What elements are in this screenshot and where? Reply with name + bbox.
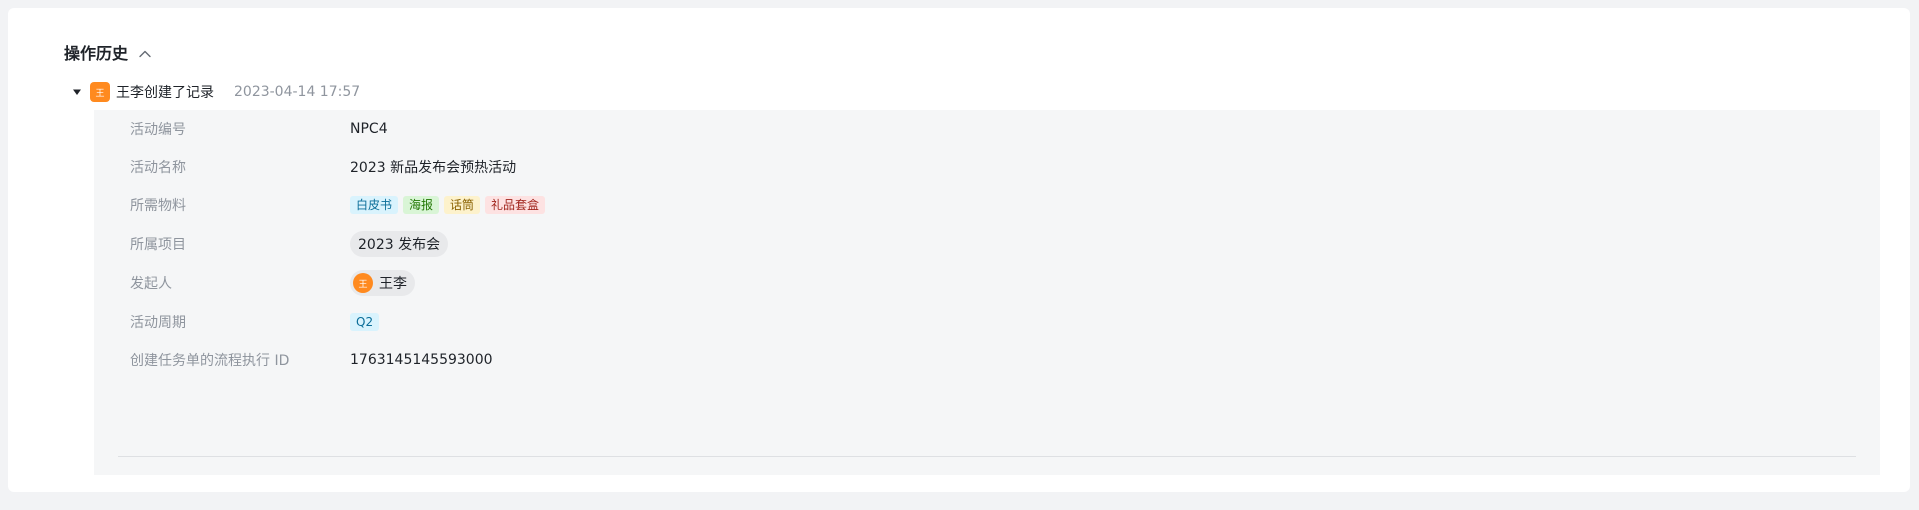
initiator-field: 王 王李 <box>350 270 415 296</box>
field-label: 发起人 <box>130 276 172 292</box>
field-label: 活动周期 <box>130 315 186 331</box>
user-pill[interactable]: 王 王李 <box>350 270 415 296</box>
tag-gift-box: 礼品套盒 <box>485 196 546 214</box>
tag-whitepaper: 白皮书 <box>350 196 399 214</box>
tag-poster: 海报 <box>403 196 440 214</box>
field-row-activity-name: 活动名称 2023 新品发布会预热活动 <box>94 152 1880 182</box>
avatar: 王 <box>90 82 110 102</box>
history-action-text: 王李创建了记录 <box>116 85 214 101</box>
avatar: 王 <box>353 273 373 293</box>
history-entry[interactable]: 王 王李创建了记录 2023-04-14 17:57 <box>70 80 360 104</box>
field-row-activity-id: 活动编号 NPC4 <box>94 114 1880 144</box>
chevron-up-icon[interactable] <box>136 45 154 63</box>
field-label: 活动名称 <box>130 160 186 176</box>
field-value: NPC4 <box>350 121 388 137</box>
section-title: 操作历史 <box>64 44 129 63</box>
field-value: 1763145145593000 <box>350 352 493 368</box>
tag-microphone: 话筒 <box>444 196 481 214</box>
tag-period: Q2 <box>350 313 380 331</box>
operation-history-card: 操作历史 王 王李创建了记录 2023-04-14 17:57 活动编号 NPC… <box>8 8 1910 492</box>
field-label: 创建任务单的流程执行 ID <box>130 353 290 369</box>
field-row-initiator: 发起人 王 王李 <box>94 268 1880 298</box>
field-row-period: 活动周期 Q2 <box>94 307 1880 337</box>
project-pill[interactable]: 2023 发布会 <box>350 231 449 257</box>
period-field: Q2 <box>350 313 384 331</box>
record-details-panel: 活动编号 NPC4 活动名称 2023 新品发布会预热活动 所需物料 白皮书 海… <box>94 110 1880 475</box>
field-row-materials: 所需物料 白皮书 海报 话筒 礼品套盒 <box>94 190 1880 220</box>
materials-tags: 白皮书 海报 话筒 礼品套盒 <box>350 196 550 214</box>
history-timestamp: 2023-04-14 17:57 <box>234 84 361 100</box>
field-label: 所属项目 <box>130 237 186 253</box>
project-field: 2023 发布会 <box>350 231 449 257</box>
field-row-project: 所属项目 2023 发布会 <box>94 229 1880 259</box>
field-label: 活动编号 <box>130 122 186 138</box>
field-value: 2023 新品发布会预热活动 <box>350 160 517 176</box>
user-name: 王李 <box>379 276 407 292</box>
divider <box>118 456 1856 457</box>
field-label: 所需物料 <box>130 198 186 214</box>
caret-down-icon[interactable] <box>70 85 84 99</box>
section-header: 操作历史 <box>64 42 154 66</box>
field-row-flow-id: 创建任务单的流程执行 ID 1763145145593000 <box>94 345 1880 375</box>
